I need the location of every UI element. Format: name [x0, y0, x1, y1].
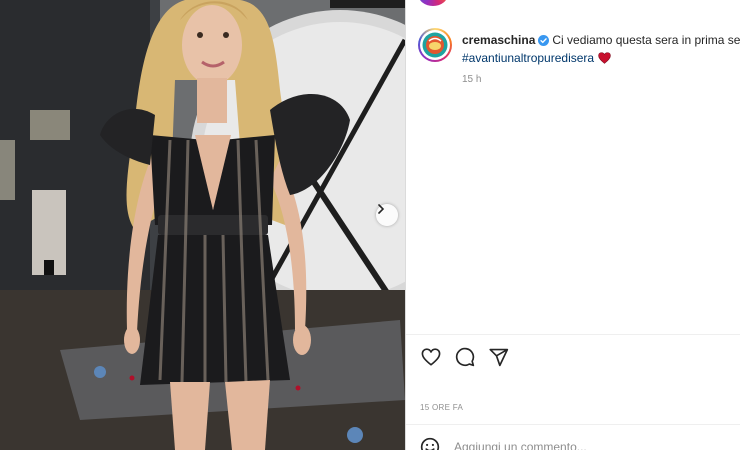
heart-icon: [421, 348, 441, 366]
caption-text: Ci vediamo questa sera in prima serata: [552, 33, 740, 47]
caption-time[interactable]: 15 h: [462, 74, 481, 85]
comment-icon: [455, 347, 475, 367]
actions-divider: [406, 334, 740, 335]
verified-badge-icon: [538, 35, 550, 46]
comment-divider: [406, 424, 740, 425]
comment-input[interactable]: [454, 440, 704, 450]
smiley-icon[interactable]: [420, 437, 440, 450]
share-icon: [489, 348, 509, 366]
next-image-button[interactable]: [376, 204, 398, 226]
chevron-right-icon: [378, 204, 385, 214]
username-link[interactable]: cremaschina: [462, 33, 535, 47]
avatar[interactable]: [418, 28, 452, 62]
post-caption: cremaschina Ci vediamo questa sera in pri…: [462, 31, 740, 67]
comment-button[interactable]: [454, 346, 476, 368]
post-details-panel: cremaschina Ci vediamo questa sera in pri…: [406, 0, 740, 450]
avatar-logo-icon: [422, 32, 448, 58]
action-bar: [420, 346, 510, 368]
post-photo-illustration: [0, 0, 405, 450]
heart-emoji-icon: [598, 52, 611, 64]
like-button[interactable]: [420, 346, 442, 368]
share-button[interactable]: [488, 346, 510, 368]
post-image[interactable]: [0, 0, 405, 450]
post-timestamp[interactable]: 15 ORE FA: [420, 403, 463, 412]
header-avatar-ring[interactable]: [418, 0, 448, 6]
hashtag-link[interactable]: #avantiunaltropuredisera: [462, 51, 594, 65]
add-comment-row: [420, 437, 704, 450]
